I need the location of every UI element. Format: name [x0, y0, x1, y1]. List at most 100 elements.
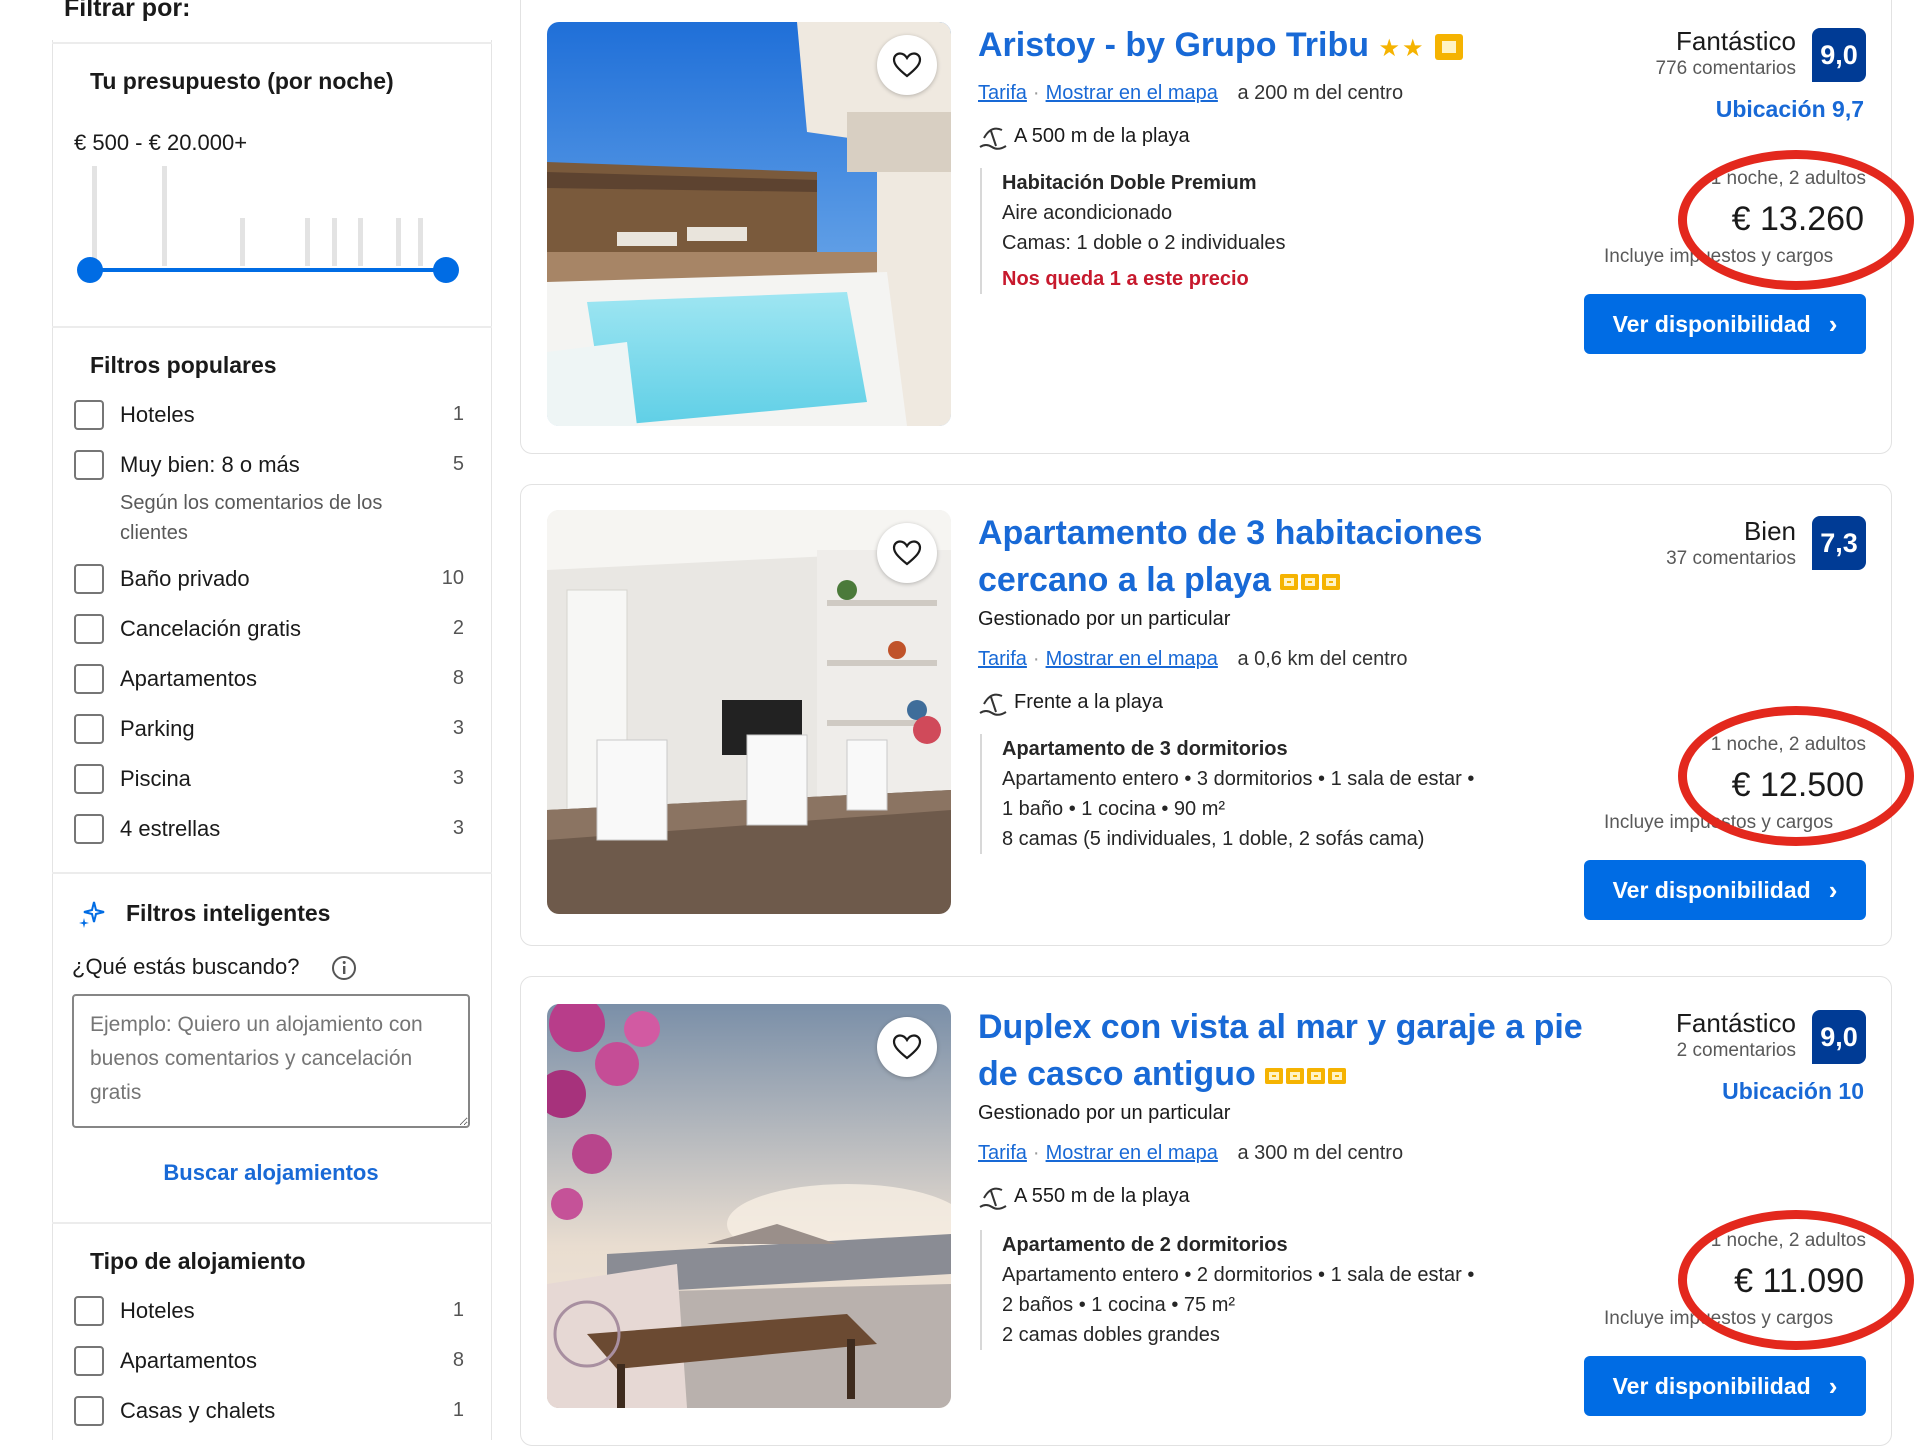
preferred-badge-icon	[1434, 34, 1463, 61]
filter-title: Filtrar por:	[64, 0, 191, 22]
filter-count: 1	[452, 403, 464, 425]
filter-count: 1	[452, 1299, 464, 1321]
property-name[interactable]: Apartamento de 3 habitaciones cercano a …	[978, 514, 1482, 599]
filter-label: Hoteles	[120, 402, 195, 427]
property-title[interactable]: Duplex con vista al mar y garaje a pie d…	[978, 1004, 1608, 1098]
checkbox[interactable]	[74, 1296, 104, 1326]
filter-count: 1	[452, 1399, 464, 1421]
review-score-badge[interactable]: 7,3	[1812, 516, 1866, 570]
popular-filters-heading: Filtros populares	[90, 352, 277, 378]
filter-count: 3	[452, 817, 464, 839]
search-accommodations-link[interactable]: Buscar alojamientos	[72, 1160, 470, 1186]
city-link[interactable]: Tarifa	[978, 82, 1027, 104]
type-houses[interactable]: Casas y chalets 1	[74, 1396, 464, 1432]
filter-apartments[interactable]: Apartamentos 8	[74, 664, 464, 700]
smart-search-textarea[interactable]	[72, 994, 470, 1128]
room-line: 2 camas dobles grandes	[1002, 1324, 1220, 1346]
price: € 13.260	[1731, 200, 1864, 238]
distance-from-center: a 200 m del centro	[1237, 82, 1404, 104]
review-score-badge[interactable]: 9,0	[1812, 28, 1866, 82]
filter-pool[interactable]: Piscina 3	[74, 764, 464, 800]
budget-min-handle[interactable]	[77, 257, 103, 283]
room-line: 8 camas (5 individuales, 1 doble, 2 sofá…	[1002, 828, 1425, 850]
property-name[interactable]: Aristoy - by Grupo Tribu	[978, 26, 1369, 64]
rating-squares-icon	[1280, 557, 1343, 604]
location-links: Tarifa · Mostrar en el mapa a 0,6 km del c…	[978, 648, 1408, 670]
filter-4-stars[interactable]: 4 estrellas 3	[74, 814, 464, 850]
review-count[interactable]: 776 comentarios	[1656, 58, 1796, 80]
availability-warning: Nos queda 1 a este precio	[1002, 268, 1249, 290]
save-heart-icon[interactable]	[877, 523, 937, 583]
checkbox[interactable]	[74, 450, 104, 480]
filter-label: Muy bien: 8 o más	[120, 452, 300, 477]
show-on-map-link[interactable]: Mostrar en el mapa	[1046, 648, 1218, 670]
review-score-word: Fantástico	[1676, 1008, 1796, 1038]
filter-count: 3	[452, 717, 464, 739]
filter-private-bathroom[interactable]: Baño privado 10	[74, 564, 464, 600]
beach-distance: A 550 m de la playa	[1014, 1184, 1190, 1207]
checkbox[interactable]	[74, 1396, 104, 1426]
show-on-map-link[interactable]: Mostrar en el mapa	[1046, 82, 1218, 104]
see-availability-button[interactable]: Ver disponibilidad ›	[1584, 294, 1866, 354]
show-on-map-link[interactable]: Mostrar en el mapa	[1046, 1142, 1218, 1164]
property-title[interactable]: Apartamento de 3 habitaciones cercano a …	[978, 510, 1538, 604]
beach-icon	[979, 127, 1007, 150]
city-link[interactable]: Tarifa	[978, 648, 1027, 670]
budget-max-handle[interactable]	[433, 257, 459, 283]
taxes-note: Incluye impuestos y cargos	[1604, 1308, 1834, 1329]
sparkle-icon	[76, 898, 108, 935]
checkbox[interactable]	[74, 400, 104, 430]
type-hotels[interactable]: Hoteles 1	[74, 1296, 464, 1332]
save-heart-icon[interactable]	[877, 35, 937, 95]
checkbox[interactable]	[74, 814, 104, 844]
location-score: Ubicación 9,7	[1715, 96, 1864, 122]
type-apartments[interactable]: Apartamentos 8	[74, 1346, 464, 1382]
checkbox[interactable]	[74, 564, 104, 594]
info-icon[interactable]	[330, 954, 358, 987]
budget-heading: Tu presupuesto (por noche)	[90, 68, 394, 94]
filter-label: Piscina	[120, 766, 191, 791]
review-count[interactable]: 2 comentarios	[1677, 1040, 1796, 1062]
divider	[52, 326, 492, 328]
see-availability-button[interactable]: Ver disponibilidad ›	[1584, 1356, 1866, 1416]
room-line: Apartamento entero • 3 dormitorios • 1 s…	[1002, 768, 1475, 790]
taxes-note: Incluye impuestos y cargos	[1604, 246, 1834, 267]
checkbox[interactable]	[74, 664, 104, 694]
room-title: Habitación Doble Premium	[1002, 172, 1257, 194]
accommodation-type-heading: Tipo de alojamiento	[90, 1248, 306, 1274]
divider	[52, 872, 492, 874]
checkbox[interactable]	[74, 1346, 104, 1376]
beach-icon	[979, 1187, 1007, 1210]
beach-icon	[979, 693, 1007, 716]
checkbox[interactable]	[74, 614, 104, 644]
checkbox[interactable]	[74, 714, 104, 744]
filter-free-cancellation[interactable]: Cancelación gratis 2	[74, 614, 464, 650]
rating-squares-icon	[1265, 1051, 1349, 1098]
filter-very-good[interactable]: Muy bien: 8 o más 5 Según los comentario…	[74, 450, 464, 544]
checkbox[interactable]	[74, 764, 104, 794]
filter-count: 2	[452, 617, 464, 639]
room-line: Apartamento entero • 2 dormitorios • 1 s…	[1002, 1264, 1475, 1286]
stay-length: 1 noche, 2 adultos	[1710, 1230, 1866, 1251]
filter-label: 4 estrellas	[120, 816, 221, 841]
location-score: Ubicación 10	[1722, 1078, 1864, 1104]
filter-hotels[interactable]: Hoteles 1	[74, 400, 464, 436]
review-score-badge[interactable]: 9,0	[1812, 1010, 1866, 1064]
managed-by: Gestionado por un particular	[978, 608, 1231, 630]
filter-sublabel: Según los comentarios de los clientes	[120, 492, 383, 544]
beach-info: A 500 m de la playa	[978, 122, 1190, 150]
save-heart-icon[interactable]	[877, 1017, 937, 1077]
button-label: Ver disponibilidad	[1612, 1372, 1811, 1399]
review-count[interactable]: 37 comentarios	[1666, 548, 1796, 570]
see-availability-button[interactable]: Ver disponibilidad ›	[1584, 860, 1866, 920]
city-link[interactable]: Tarifa	[978, 1142, 1027, 1164]
filter-count: 10	[441, 567, 464, 589]
filter-parking[interactable]: Parking 3	[74, 714, 464, 750]
location-links: Tarifa · Mostrar en el mapa a 200 m del ce…	[978, 82, 1404, 104]
room-details: Apartamento de 2 dormitorios Apartamento…	[980, 1230, 1474, 1350]
property-title[interactable]: Aristoy - by Grupo Tribu ★★	[978, 22, 1618, 72]
filter-label: Casas y chalets	[120, 1398, 276, 1423]
budget-range: € 500 - € 20.000+	[74, 130, 248, 155]
filter-label: Cancelación gratis	[120, 616, 301, 641]
chevron-right-icon: ›	[1828, 874, 1838, 905]
